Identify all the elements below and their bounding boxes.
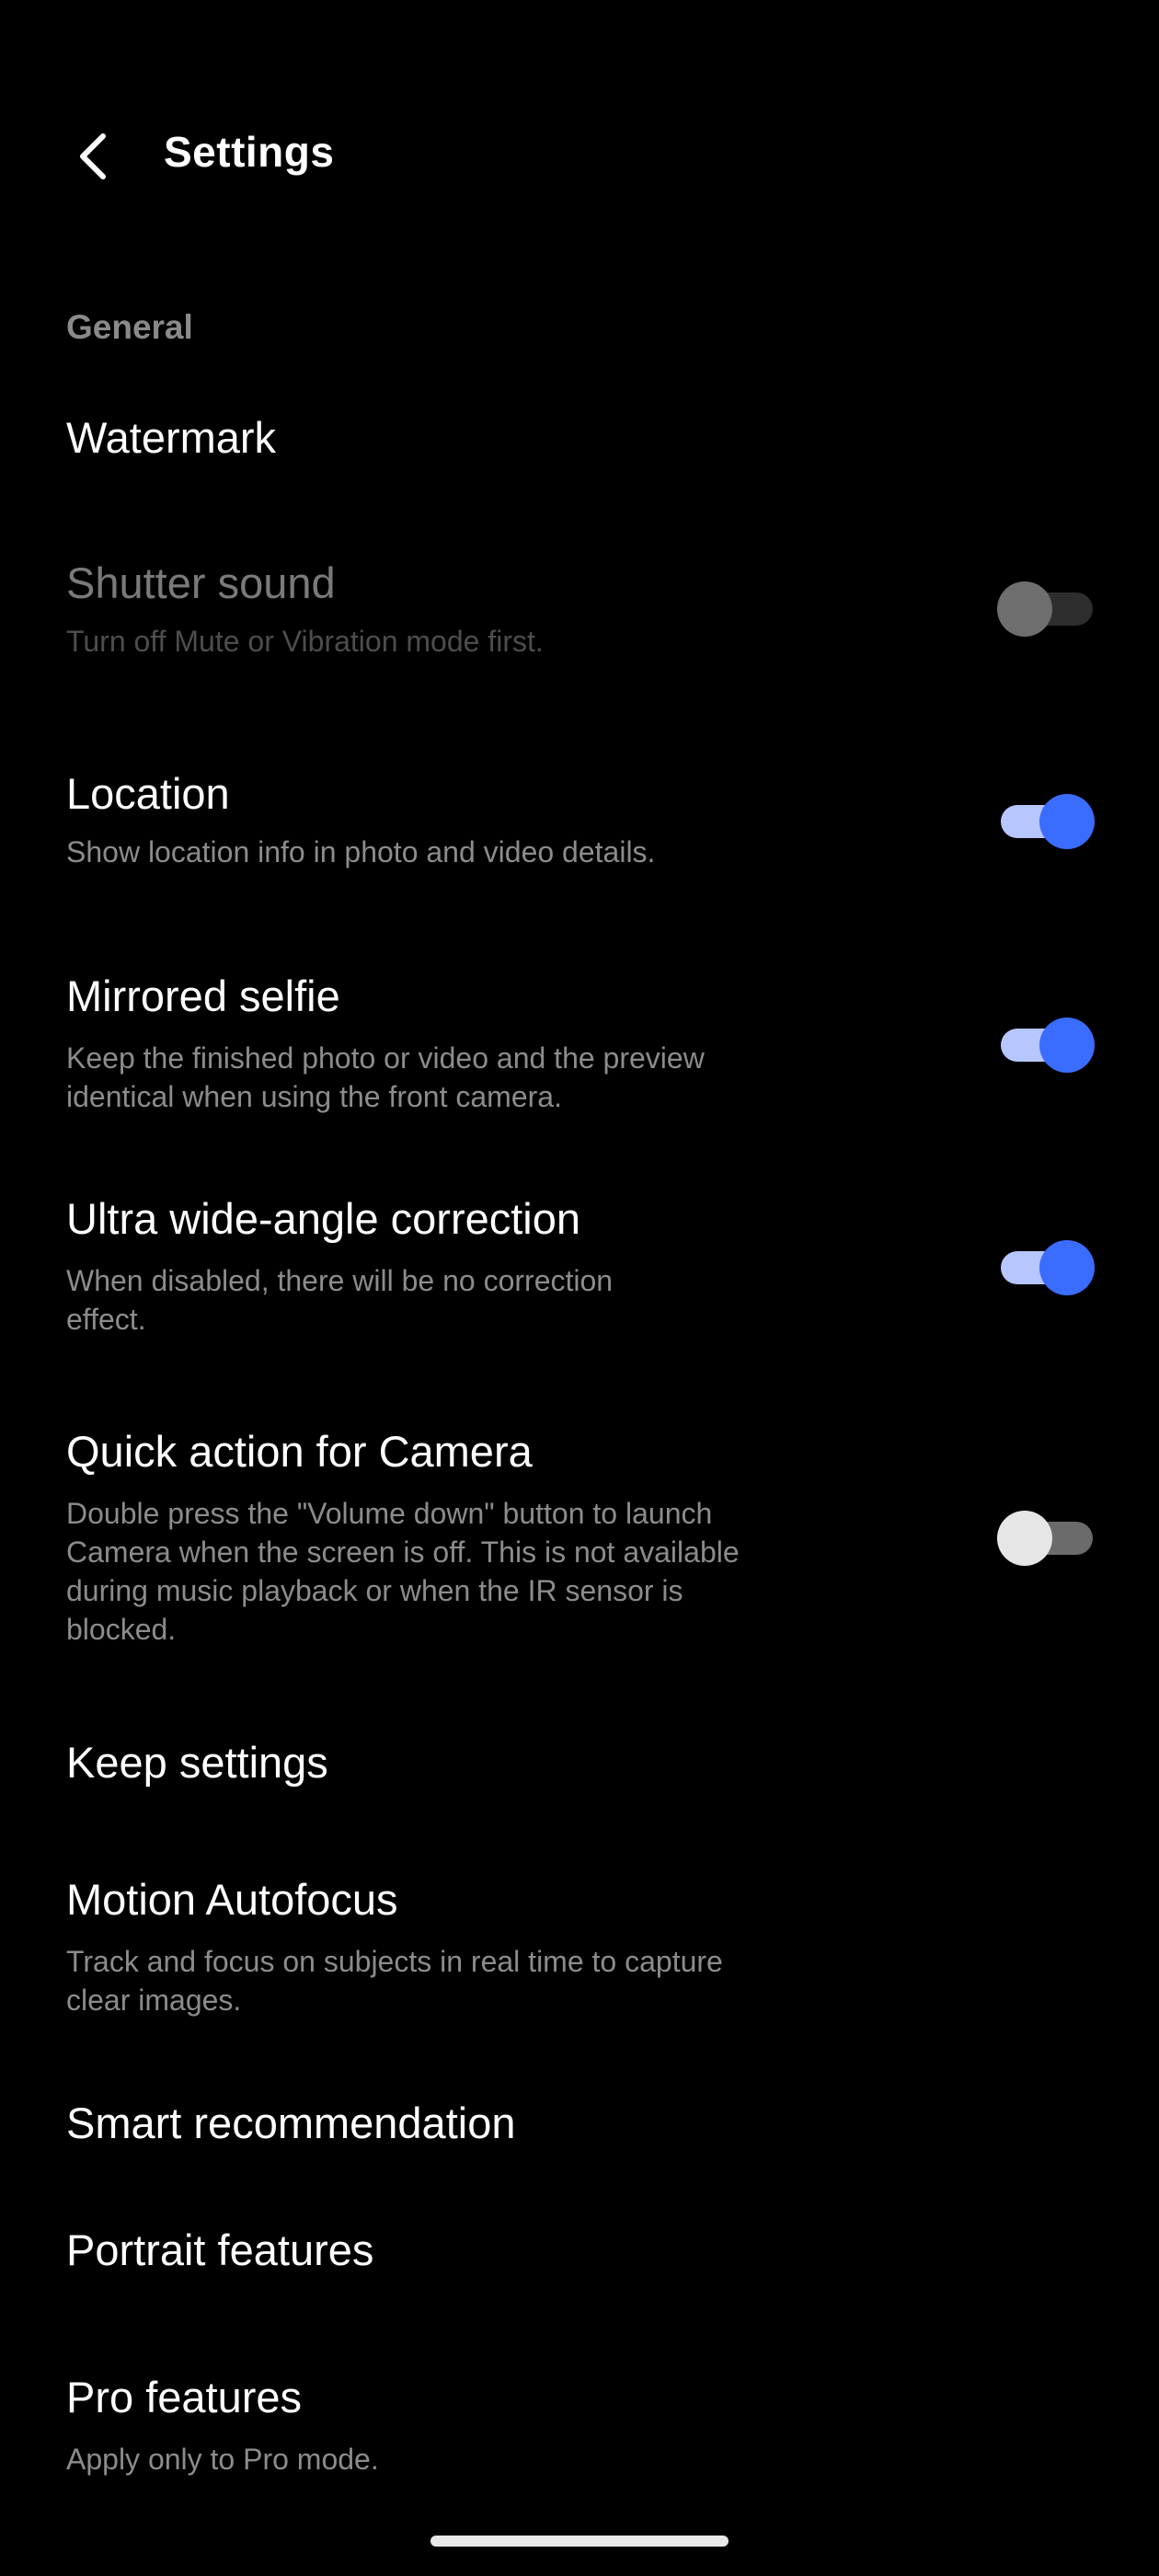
location-title: Location [66, 769, 230, 818]
smart-recommendation-title: Smart recommendation [66, 2099, 516, 2147]
pro-features-title: Pro features [66, 2373, 303, 2421]
ultra-wide-toggle[interactable] [997, 1238, 1095, 1297]
section-title-general: General [66, 308, 193, 346]
ultra-wide-subtitle: When disabled, there will be no correcti… [66, 1264, 614, 1336]
portrait-features-row[interactable]: Portrait features [0, 2225, 1159, 2317]
page-title: Settings [164, 128, 335, 176]
shutter-sound-title: Shutter sound [66, 558, 336, 607]
motion-autofocus-title: Motion Autofocus [66, 1875, 398, 1924]
smart-recommendation-row[interactable]: Smart recommendation [0, 2098, 1159, 2190]
keep-settings-row[interactable]: Keep settings [0, 1737, 1159, 1829]
home-indicator[interactable] [430, 2536, 729, 2547]
shutter-sound-toggle [997, 580, 1095, 638]
watermark-title: Watermark [66, 413, 277, 462]
back-arrow-icon [80, 133, 106, 179]
top-app-bar: Settings [0, 101, 1159, 202]
ultra-wide-row[interactable]: Ultra wide-angle correction When disable… [0, 1193, 1159, 1359]
quick-action-title: Quick action for Camera [66, 1427, 533, 1476]
shutter-sound-row: Shutter sound Turn off Mute or Vibration… [0, 552, 1159, 681]
pro-features-row[interactable]: Pro features Apply only to Pro mode. [0, 2372, 1159, 2491]
location-row[interactable]: Location Show location info in photo and… [0, 768, 1159, 897]
quick-action-toggle[interactable] [997, 1509, 1095, 1568]
back-button[interactable] [57, 120, 131, 193]
quick-action-subtitle: Double press the "Volume down" button to… [66, 1497, 740, 1646]
mirrored-selfie-row[interactable]: Mirrored selfie Keep the finished photo … [0, 971, 1159, 1136]
watermark-row[interactable]: Watermark [0, 396, 1159, 488]
location-subtitle: Show location info in photo and video de… [66, 835, 656, 868]
portrait-features-title: Portrait features [66, 2225, 374, 2274]
ultra-wide-title: Ultra wide-angle correction [66, 1194, 581, 1243]
shutter-sound-subtitle: Turn off Mute or Vibration mode first. [66, 625, 544, 658]
keep-settings-title: Keep settings [66, 1738, 328, 1787]
pro-features-subtitle: Apply only to Pro mode. [66, 2443, 379, 2476]
mirrored-selfie-title: Mirrored selfie [66, 972, 340, 1020]
motion-autofocus-row[interactable]: Motion Autofocus Track and focus on subj… [0, 1874, 1159, 2040]
quick-action-row[interactable]: Quick action for Camera Double press the… [0, 1426, 1159, 1656]
mirrored-selfie-toggle[interactable] [997, 1016, 1095, 1075]
location-toggle[interactable] [997, 792, 1095, 851]
motion-autofocus-subtitle: Track and focus on subjects in real time… [66, 1945, 723, 2017]
mirrored-selfie-subtitle: Keep the finished photo or video and the… [66, 1041, 705, 1113]
